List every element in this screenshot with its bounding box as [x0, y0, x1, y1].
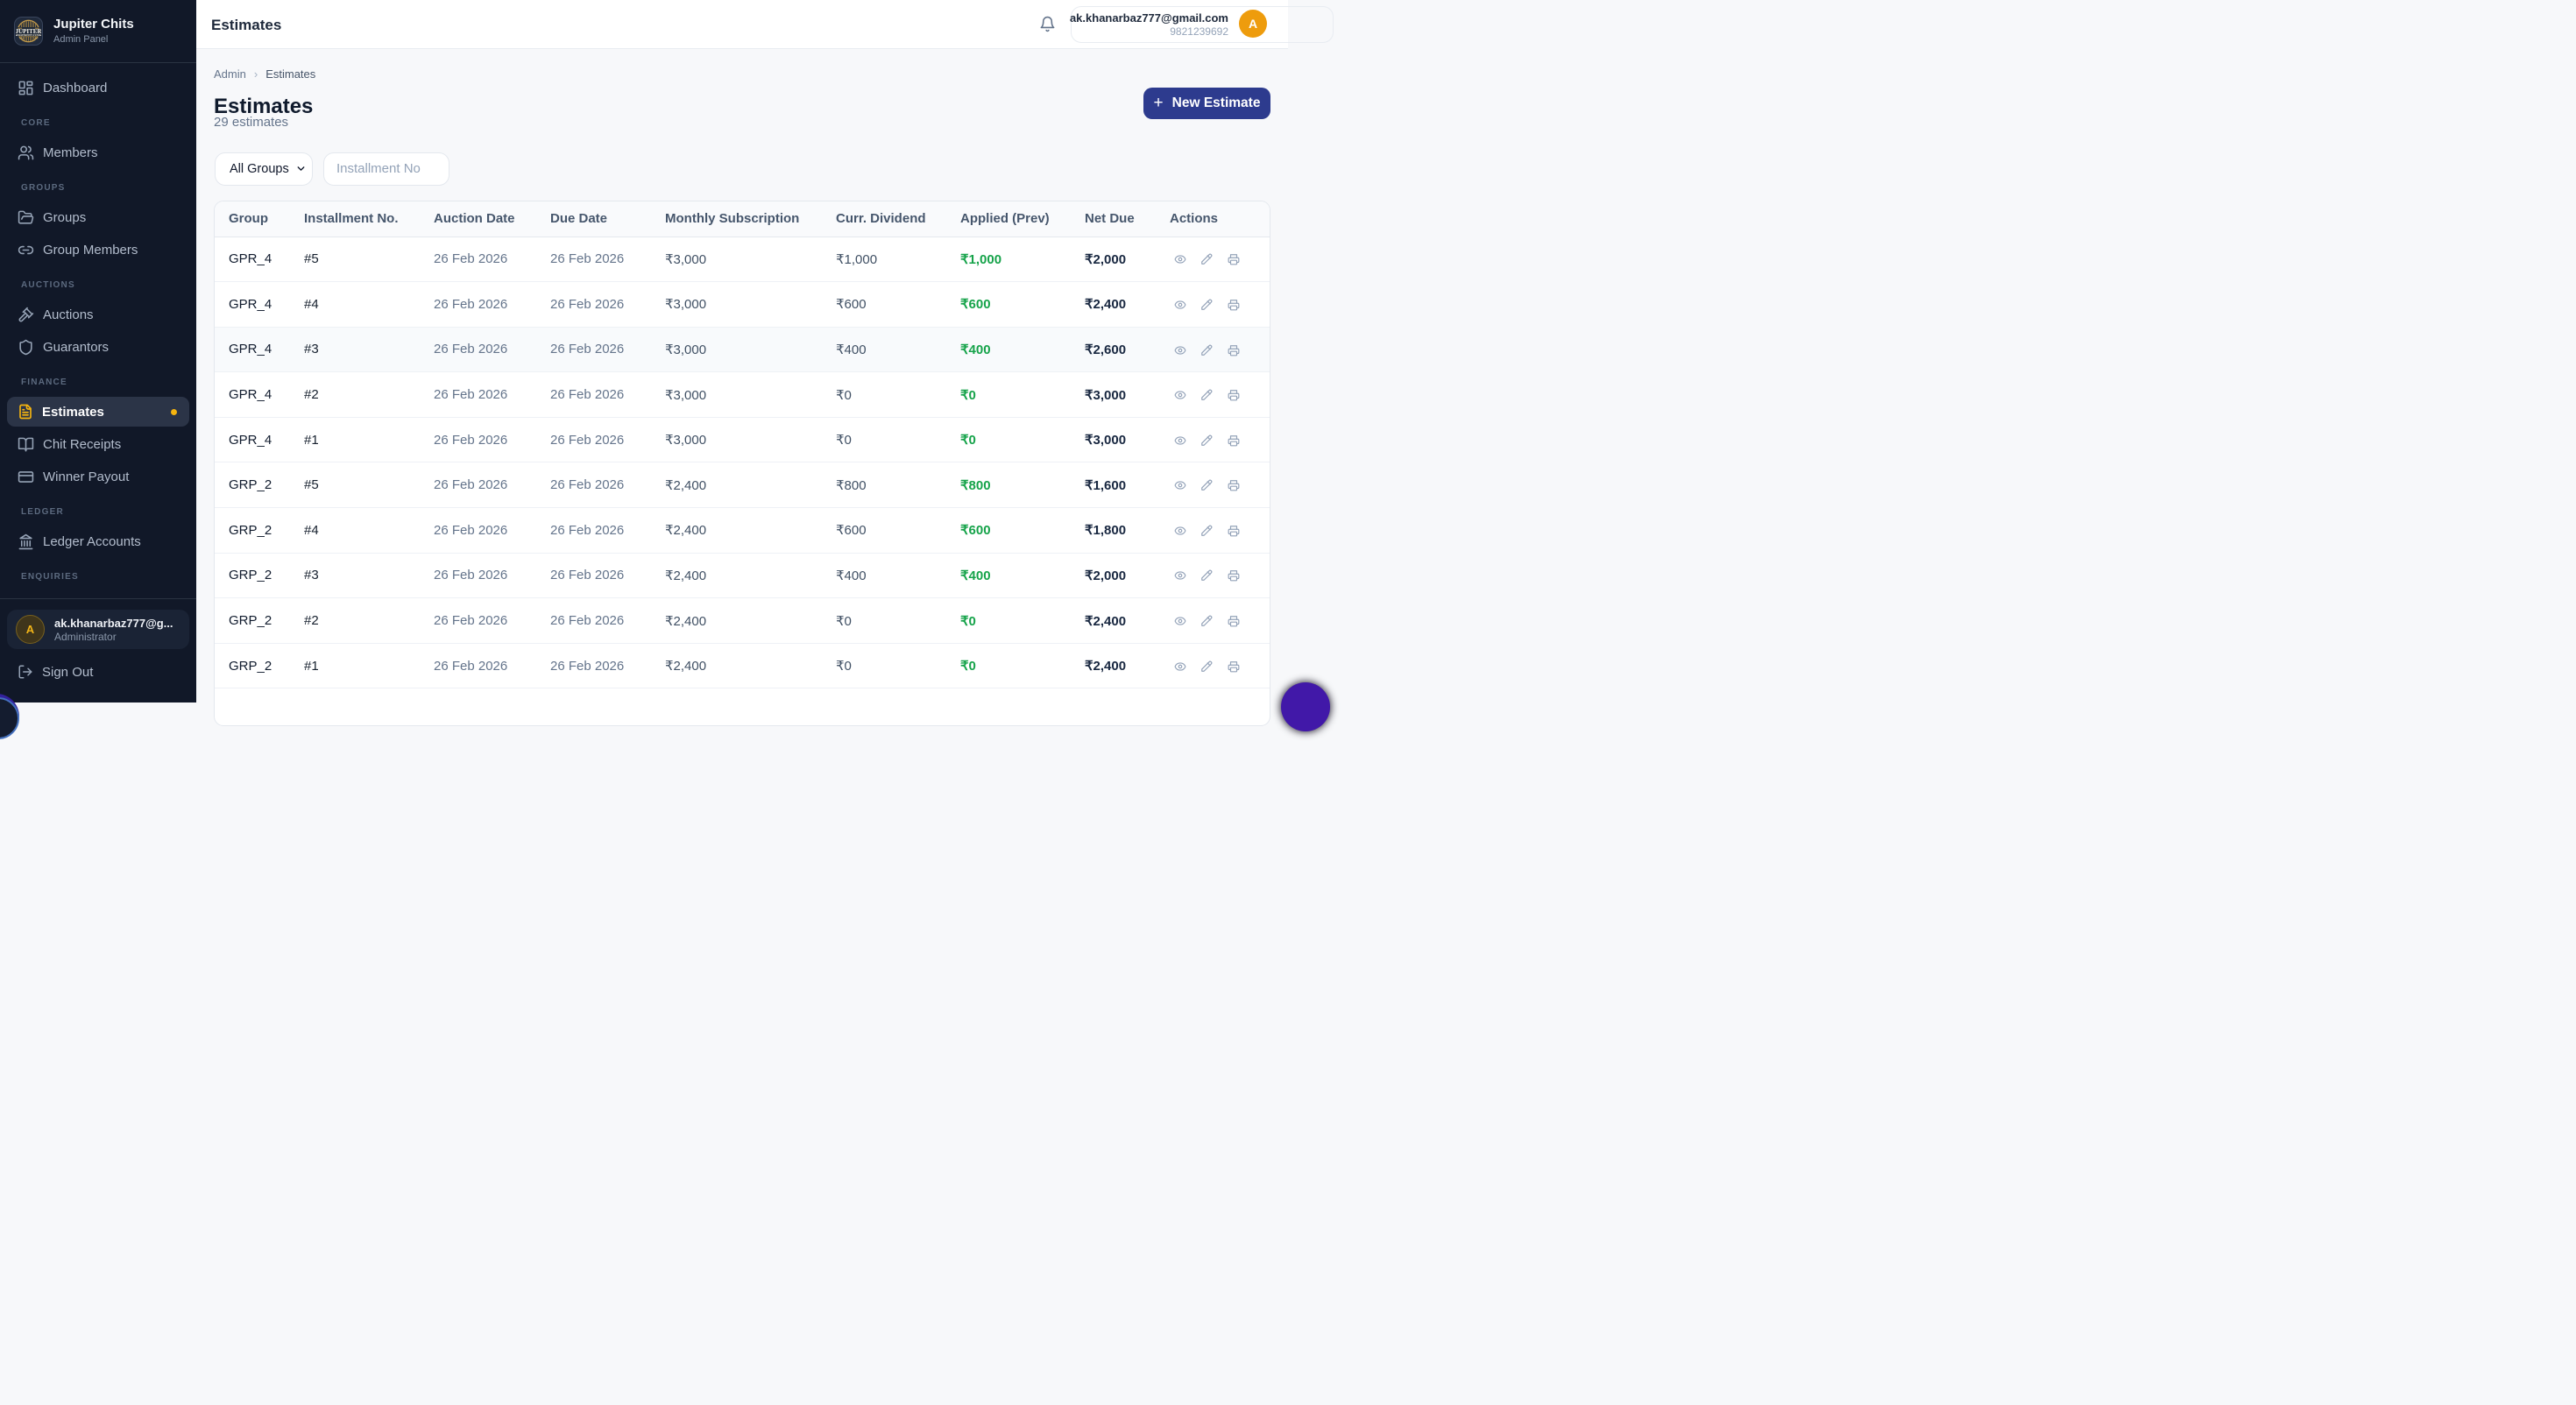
svg-text:1960: 1960 [34, 38, 39, 39]
svg-text:ESTD: ESTD [19, 38, 25, 39]
